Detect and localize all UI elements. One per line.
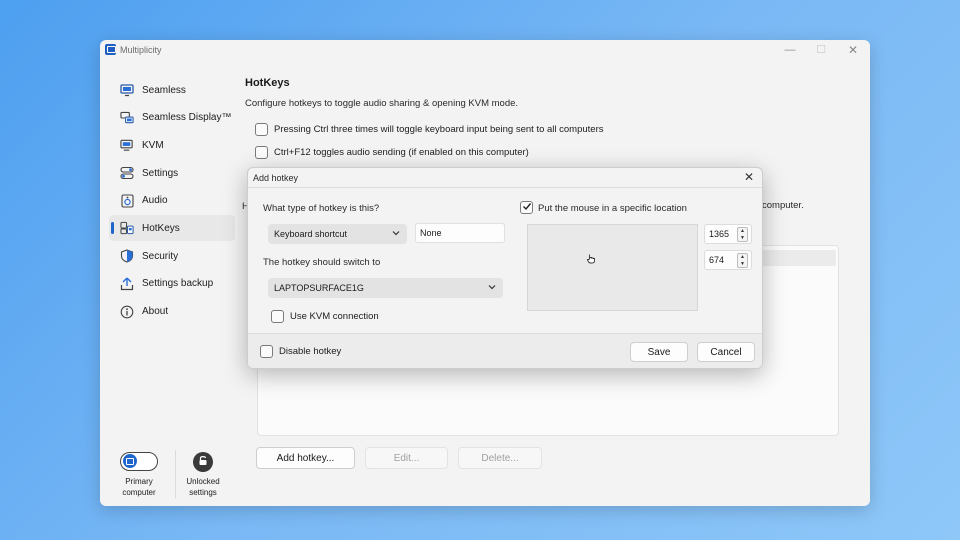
page-description: Configure hotkeys to toggle audio sharin… [245, 98, 519, 109]
sidebar-item-settings[interactable]: Settings [109, 160, 235, 186]
speaker-icon [120, 194, 134, 208]
unlock-icon [198, 455, 208, 469]
sidebar-item-label: Security [142, 250, 179, 262]
mouse-y-input[interactable]: 674 ▲ ▼ [704, 250, 752, 270]
mouse-location-checkbox[interactable] [520, 201, 533, 214]
sidebar-item-seamless[interactable]: Seamless [109, 77, 235, 103]
sidebar-item-label: HotKeys [142, 222, 180, 234]
hotkeys-icon [120, 221, 134, 235]
mouse-y-stepper[interactable]: ▲ ▼ [737, 253, 748, 268]
checkmark-icon [522, 202, 532, 214]
add-hotkey-button[interactable]: Add hotkey... [256, 447, 355, 469]
sidebar-item-kvm[interactable]: KVM [109, 132, 235, 158]
ctrl-f12-checkbox[interactable] [255, 146, 268, 159]
monitor-icon [120, 83, 134, 97]
sidebar-item-label: Settings backup [142, 278, 214, 290]
switch-target-value: LAPTOPSURFACE1G [274, 283, 364, 293]
chevron-down-icon [391, 228, 401, 240]
disable-hotkey-label: Disable hotkey [279, 346, 342, 357]
hotkey-type-value: Keyboard shortcut [274, 229, 348, 239]
sidebar-item-security[interactable]: Security [109, 243, 235, 269]
option-ctrl-three-times[interactable]: Pressing Ctrl three times will toggle ke… [255, 123, 604, 136]
upload-icon [120, 277, 134, 291]
spin-down-icon[interactable]: ▼ [740, 235, 745, 241]
switch-target-select[interactable]: LAPTOPSURFACE1G [268, 278, 503, 298]
dialog-footer: Disable hotkey Save Cancel [248, 333, 762, 368]
sidebar-item-seamless-display[interactable]: Seamless Display™ [109, 105, 235, 131]
mouse-location-label: Put the mouse in a specific location [538, 203, 687, 214]
edit-hotkey-button[interactable]: Edit... [365, 447, 448, 469]
sidebar-item-label: Audio [142, 195, 168, 207]
info-icon [120, 305, 134, 319]
sidebar-footer: Primary computer Unlocked settings [112, 450, 232, 498]
ctrl-three-times-checkbox[interactable] [255, 123, 268, 136]
sidebar-item-about[interactable]: About [109, 299, 235, 325]
hint-text-right: computer. [762, 200, 804, 211]
save-button[interactable]: Save [630, 342, 688, 362]
list-item[interactable] [758, 250, 836, 266]
add-hotkey-dialog: Add hotkey ✕ What type of hotkey is this… [247, 167, 763, 369]
option-ctrl-f12-audio[interactable]: Ctrl+F12 toggles audio sending (if enabl… [255, 146, 529, 159]
primary-computer-label: Primary computer [112, 476, 166, 498]
primary-label-line1: Primary [125, 477, 153, 486]
mouse-x-value: 1365 [709, 229, 730, 239]
hotkey-type-label: What type of hotkey is this? [263, 203, 380, 214]
shortcut-input[interactable]: None [415, 223, 505, 243]
primary-label-line2: computer [122, 488, 156, 497]
hand-cursor-icon [586, 253, 596, 267]
dialog-close-button[interactable]: ✕ [744, 170, 754, 184]
sidebar-item-label: KVM [142, 139, 164, 151]
spin-down-icon[interactable]: ▼ [740, 261, 745, 267]
footer-divider [175, 450, 176, 498]
sidebar-item-label: Settings [142, 167, 179, 179]
unlocked-label-line1: Unlocked [186, 477, 220, 486]
app-title: Multiplicity [120, 45, 162, 55]
sidebar-nav: Seamless Seamless Display™ KVM Settings … [109, 77, 235, 326]
option-label: Pressing Ctrl three times will toggle ke… [274, 124, 604, 135]
settings-toggle-icon [120, 166, 134, 180]
use-kvm-checkbox[interactable] [271, 310, 284, 323]
sidebar-item-audio[interactable]: Audio [109, 188, 235, 214]
mouse-y-value: 674 [709, 255, 725, 265]
mouse-location-preview[interactable] [527, 224, 698, 311]
spin-up-icon[interactable]: ▲ [740, 254, 745, 260]
sidebar-item-label: Seamless Display™ [142, 112, 232, 124]
switch-target-label: The hotkey should switch to [263, 257, 381, 268]
hotkey-type-select[interactable]: Keyboard shortcut [268, 224, 407, 244]
sidebar-item-hotkeys[interactable]: HotKeys [109, 215, 235, 242]
shield-icon [120, 249, 134, 263]
unlocked-settings-button[interactable] [193, 452, 213, 472]
dialog-title-divider [248, 187, 762, 188]
page-title: HotKeys [245, 77, 290, 89]
use-kvm-label: Use KVM connection [290, 311, 379, 322]
disable-hotkey-checkbox[interactable] [260, 345, 273, 358]
mouse-x-stepper[interactable]: ▲ ▼ [737, 227, 748, 242]
primary-computer-toggle[interactable] [120, 452, 158, 471]
spin-up-icon[interactable]: ▲ [740, 228, 745, 234]
sidebar-item-settings-backup[interactable]: Settings backup [109, 271, 235, 297]
dialog-title: Add hotkey [253, 173, 299, 183]
display-share-icon [120, 111, 134, 125]
cancel-button[interactable]: Cancel [697, 342, 755, 362]
sidebar-item-label: Seamless [142, 84, 186, 96]
sidebar-item-label: About [142, 306, 169, 317]
primary-monitor-icon [123, 454, 137, 468]
mouse-x-input[interactable]: 1365 ▲ ▼ [704, 224, 752, 244]
unlocked-label-line2: settings [189, 488, 217, 497]
kvm-icon [120, 138, 134, 152]
use-kvm-option[interactable]: Use KVM connection [271, 310, 379, 323]
option-label: Ctrl+F12 toggles audio sending (if enabl… [274, 147, 529, 158]
delete-hotkey-button[interactable]: Delete... [458, 447, 542, 469]
disable-hotkey-option[interactable]: Disable hotkey [260, 345, 341, 358]
unlocked-settings-label: Unlocked settings [178, 476, 228, 498]
app-logo-icon [105, 44, 116, 55]
chevron-down-icon [487, 282, 497, 294]
